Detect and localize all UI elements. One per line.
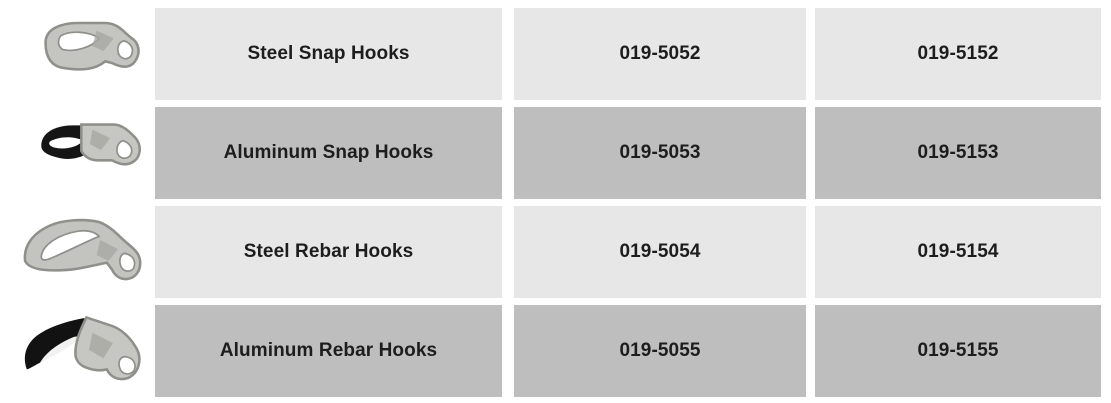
part-number-cell: 019-5052 xyxy=(514,8,806,100)
part-number-cell: 019-5153 xyxy=(815,107,1101,199)
product-table: Steel Snap Hooks 019-5052 019-5152 Alumi… xyxy=(0,0,1111,403)
steel-rebar-hook-icon xyxy=(0,198,155,290)
aluminum-snap-hook-icon xyxy=(0,99,155,191)
steel-snap-hook-icon xyxy=(0,0,155,92)
part-number-cell: 019-5054 xyxy=(514,206,806,298)
part-number-cell: 019-5155 xyxy=(815,305,1101,397)
product-name-cell: Steel Rebar Hooks xyxy=(155,206,502,298)
table-row: Aluminum Rebar Hooks 019-5055 019-5155 xyxy=(0,297,1111,397)
part-number-cell: 019-5154 xyxy=(815,206,1101,298)
product-name-cell: Aluminum Snap Hooks xyxy=(155,107,502,199)
part-number-cell: 019-5053 xyxy=(514,107,806,199)
product-name-cell: Steel Snap Hooks xyxy=(155,8,502,100)
part-number-cell: 019-5152 xyxy=(815,8,1101,100)
table-row: Steel Rebar Hooks 019-5054 019-5154 xyxy=(0,198,1111,298)
product-name-cell: Aluminum Rebar Hooks xyxy=(155,305,502,397)
aluminum-rebar-hook-icon xyxy=(0,297,155,389)
table-row: Aluminum Snap Hooks 019-5053 019-5153 xyxy=(0,99,1111,199)
part-number-cell: 019-5055 xyxy=(514,305,806,397)
table-row: Steel Snap Hooks 019-5052 019-5152 xyxy=(0,0,1111,100)
